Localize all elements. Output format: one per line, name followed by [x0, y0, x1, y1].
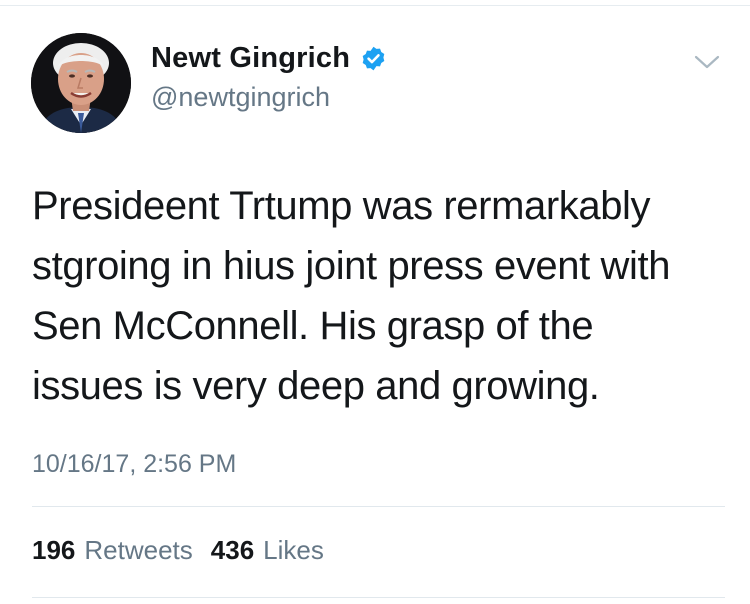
- tweet-text-line: stgroing in hius joint press event with: [32, 244, 671, 288]
- author-name-row[interactable]: Newt Gingrich: [151, 42, 387, 75]
- top-divider: [0, 5, 750, 6]
- tweet-text-line: issues is very deep and growing.: [32, 364, 600, 408]
- divider: [32, 597, 725, 598]
- chevron-down-icon[interactable]: [694, 54, 720, 70]
- tweet-timestamp[interactable]: 10/16/17, 2:56 PM: [32, 450, 236, 479]
- tweet-text-line: Sen McConnell. His grasp of the: [32, 304, 594, 348]
- tweet-text-line: Presideent Trtump was rermarkably: [32, 184, 651, 228]
- likes-stat[interactable]: 436 Likes: [211, 535, 324, 566]
- author-handle[interactable]: @newtgingrich: [151, 82, 330, 113]
- avatar-photo: [31, 33, 131, 133]
- author-display-name[interactable]: Newt Gingrich: [151, 42, 350, 75]
- avatar[interactable]: [31, 33, 131, 133]
- likes-count: 436: [210, 535, 255, 565]
- tweet-stats: 196 Retweets 436 Likes: [32, 535, 324, 566]
- retweets-stat[interactable]: 196 Retweets: [32, 535, 193, 566]
- divider: [32, 506, 725, 507]
- tweet-text: Presideent Trtump was rermarkably stgroi…: [32, 176, 722, 416]
- verified-badge-icon: [360, 45, 387, 72]
- likes-label: Likes: [263, 535, 324, 565]
- retweets-label: Retweets: [84, 535, 193, 565]
- retweets-count: 196: [32, 535, 76, 565]
